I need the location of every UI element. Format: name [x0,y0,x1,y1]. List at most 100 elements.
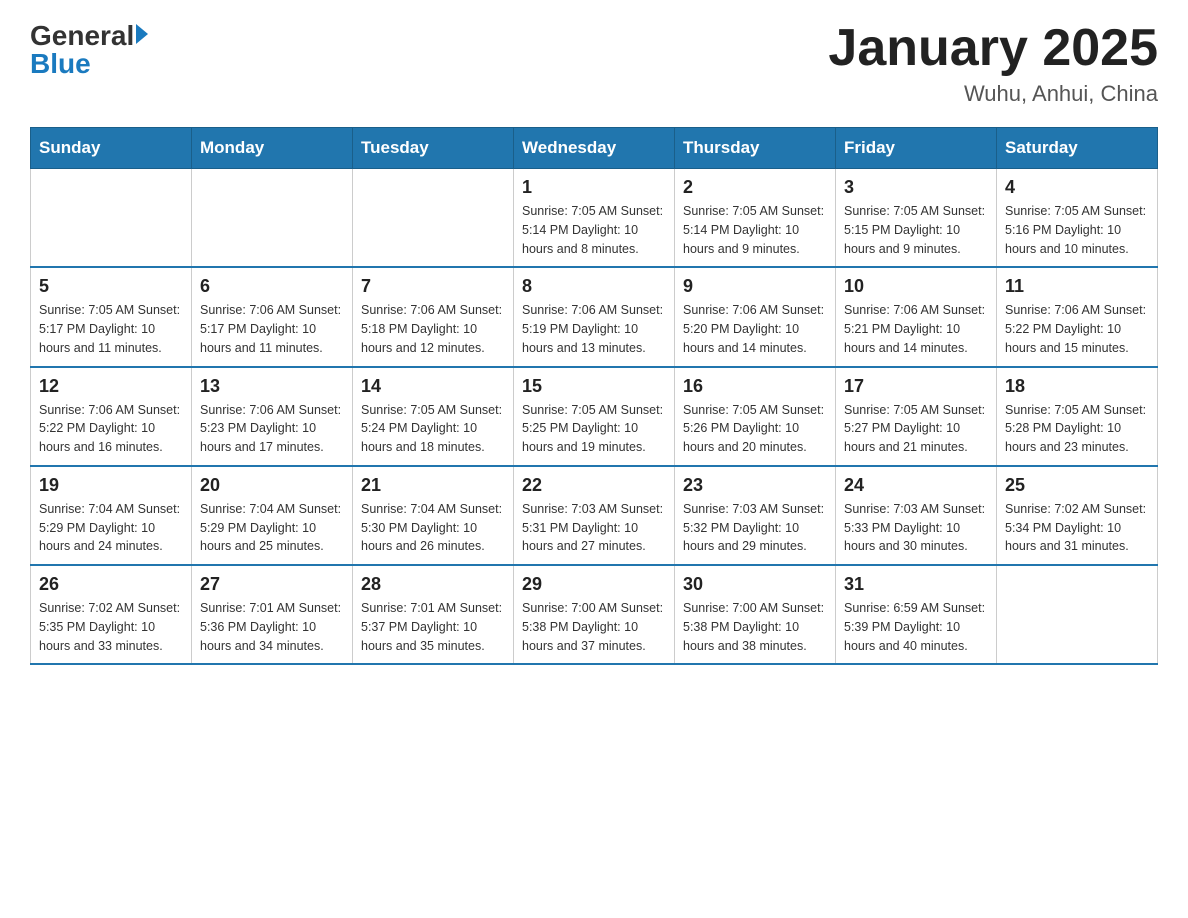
day-number: 29 [522,574,666,595]
day-number: 13 [200,376,344,397]
calendar-cell [353,169,514,268]
logo-arrow-icon [136,24,148,44]
calendar-title: January 2025 [828,20,1158,77]
calendar-cell: 5 Sunrise: 7:05 AM Sunset: 5:17 PM Daylig… [31,267,192,366]
calendar-week-1: 1 Sunrise: 7:05 AM Sunset: 5:14 PM Daylig… [31,169,1158,268]
day-info: Sunrise: 7:05 AM Sunset: 5:27 PM Dayligh… [844,401,988,457]
day-info: Sunrise: 7:01 AM Sunset: 5:36 PM Dayligh… [200,599,344,655]
day-number: 27 [200,574,344,595]
day-number: 11 [1005,276,1149,297]
calendar-cell [31,169,192,268]
calendar-cell: 19Sunrise: 7:04 AM Sunset: 5:29 PM Dayli… [31,466,192,565]
calendar-cell: 1Sunrise: 7:05 AM Sunset: 5:14 PM Daylig… [514,169,675,268]
day-number: 10 [844,276,988,297]
logo: General Blue [30,20,148,80]
day-info: Sunrise: 7:05 AM Sunset: 5:14 PM Dayligh… [683,202,827,258]
day-of-week-friday: Friday [836,128,997,169]
calendar-week-3: 12Sunrise: 7:06 AM Sunset: 5:22 PM Dayli… [31,367,1158,466]
day-info: Sunrise: 7:00 AM Sunset: 5:38 PM Dayligh… [522,599,666,655]
calendar-cell: 14 Sunrise: 7:05 AM Sunset: 5:24 PM Dayli… [353,367,514,466]
day-number: 24 [844,475,988,496]
page-header: General Blue January 2025 Wuhu, Anhui, C… [30,20,1158,107]
day-number: 25 [1005,475,1149,496]
day-number: 5 [39,276,183,297]
day-info: Sunrise: 7:05 AM Sunset: 5:25 PM Dayligh… [522,401,666,457]
day-number: 16 [683,376,827,397]
calendar-cell: 6 Sunrise: 7:06 AM Sunset: 5:17 PM Daylig… [192,267,353,366]
calendar-week-5: 26 Sunrise: 7:02 AM Sunset: 5:35 PM Dayli… [31,565,1158,664]
day-of-week-wednesday: Wednesday [514,128,675,169]
calendar-cell: 11 Sunrise: 7:06 AM Sunset: 5:22 PM Dayli… [997,267,1158,366]
calendar-cell: 23 Sunrise: 7:03 AM Sunset: 5:32 PM Dayli… [675,466,836,565]
day-of-week-sunday: Sunday [31,128,192,169]
day-info: Sunrise: 7:05 AM Sunset: 5:17 PM Dayligh… [39,301,183,357]
calendar-subtitle: Wuhu, Anhui, China [828,81,1158,107]
calendar-cell: 2 Sunrise: 7:05 AM Sunset: 5:14 PM Daylig… [675,169,836,268]
day-number: 2 [683,177,827,198]
day-info: Sunrise: 7:02 AM Sunset: 5:34 PM Dayligh… [1005,500,1149,556]
calendar-cell: 16 Sunrise: 7:05 AM Sunset: 5:26 PM Dayli… [675,367,836,466]
day-number: 22 [522,475,666,496]
calendar-cell: 8Sunrise: 7:06 AM Sunset: 5:19 PM Daylig… [514,267,675,366]
calendar-cell: 25 Sunrise: 7:02 AM Sunset: 5:34 PM Dayli… [997,466,1158,565]
calendar-cell: 29 Sunrise: 7:00 AM Sunset: 5:38 PM Dayli… [514,565,675,664]
day-info: Sunrise: 7:05 AM Sunset: 5:24 PM Dayligh… [361,401,505,457]
day-info: Sunrise: 7:04 AM Sunset: 5:29 PM Dayligh… [39,500,183,556]
day-info: Sunrise: 7:01 AM Sunset: 5:37 PM Dayligh… [361,599,505,655]
calendar-cell: 27 Sunrise: 7:01 AM Sunset: 5:36 PM Dayli… [192,565,353,664]
day-info: Sunrise: 7:05 AM Sunset: 5:16 PM Dayligh… [1005,202,1149,258]
calendar-cell [997,565,1158,664]
calendar-cell: 22 Sunrise: 7:03 AM Sunset: 5:31 PM Dayli… [514,466,675,565]
calendar-cell: 30 Sunrise: 7:00 AM Sunset: 5:38 PM Dayli… [675,565,836,664]
calendar-table: SundayMondayTuesdayWednesdayThursdayFrid… [30,127,1158,665]
calendar-cell: 15 Sunrise: 7:05 AM Sunset: 5:25 PM Dayli… [514,367,675,466]
calendar-cell: 4 Sunrise: 7:05 AM Sunset: 5:16 PM Daylig… [997,169,1158,268]
day-info: Sunrise: 7:06 AM Sunset: 5:20 PM Dayligh… [683,301,827,357]
calendar-cell: 28Sunrise: 7:01 AM Sunset: 5:37 PM Dayli… [353,565,514,664]
day-number: 15 [522,376,666,397]
day-number: 3 [844,177,988,198]
day-number: 8 [522,276,666,297]
day-number: 23 [683,475,827,496]
day-of-week-monday: Monday [192,128,353,169]
day-number: 20 [200,475,344,496]
day-info: Sunrise: 7:03 AM Sunset: 5:33 PM Dayligh… [844,500,988,556]
logo-blue-text: Blue [30,48,91,80]
day-info: Sunrise: 7:06 AM Sunset: 5:22 PM Dayligh… [1005,301,1149,357]
day-number: 17 [844,376,988,397]
calendar-cell: 13 Sunrise: 7:06 AM Sunset: 5:23 PM Dayli… [192,367,353,466]
day-info: Sunrise: 7:03 AM Sunset: 5:31 PM Dayligh… [522,500,666,556]
day-info: Sunrise: 7:06 AM Sunset: 5:17 PM Dayligh… [200,301,344,357]
calendar-cell: 18Sunrise: 7:05 AM Sunset: 5:28 PM Dayli… [997,367,1158,466]
day-info: Sunrise: 7:05 AM Sunset: 5:15 PM Dayligh… [844,202,988,258]
title-block: January 2025 Wuhu, Anhui, China [828,20,1158,107]
day-of-week-thursday: Thursday [675,128,836,169]
day-number: 30 [683,574,827,595]
day-info: Sunrise: 7:06 AM Sunset: 5:23 PM Dayligh… [200,401,344,457]
day-info: Sunrise: 7:02 AM Sunset: 5:35 PM Dayligh… [39,599,183,655]
calendar-cell: 7Sunrise: 7:06 AM Sunset: 5:18 PM Daylig… [353,267,514,366]
calendar-week-4: 19Sunrise: 7:04 AM Sunset: 5:29 PM Dayli… [31,466,1158,565]
day-info: Sunrise: 7:00 AM Sunset: 5:38 PM Dayligh… [683,599,827,655]
day-info: Sunrise: 7:06 AM Sunset: 5:22 PM Dayligh… [39,401,183,457]
day-number: 4 [1005,177,1149,198]
day-info: Sunrise: 7:03 AM Sunset: 5:32 PM Dayligh… [683,500,827,556]
calendar-cell: 3 Sunrise: 7:05 AM Sunset: 5:15 PM Daylig… [836,169,997,268]
calendar-cell: 9 Sunrise: 7:06 AM Sunset: 5:20 PM Daylig… [675,267,836,366]
day-info: Sunrise: 7:06 AM Sunset: 5:21 PM Dayligh… [844,301,988,357]
day-of-week-saturday: Saturday [997,128,1158,169]
day-info: Sunrise: 7:05 AM Sunset: 5:28 PM Dayligh… [1005,401,1149,457]
days-of-week-row: SundayMondayTuesdayWednesdayThursdayFrid… [31,128,1158,169]
day-info: Sunrise: 7:04 AM Sunset: 5:29 PM Dayligh… [200,500,344,556]
calendar-cell: 20 Sunrise: 7:04 AM Sunset: 5:29 PM Dayli… [192,466,353,565]
calendar-cell: 24 Sunrise: 7:03 AM Sunset: 5:33 PM Dayli… [836,466,997,565]
day-info: Sunrise: 7:05 AM Sunset: 5:26 PM Dayligh… [683,401,827,457]
day-number: 31 [844,574,988,595]
day-info: Sunrise: 7:04 AM Sunset: 5:30 PM Dayligh… [361,500,505,556]
day-number: 14 [361,376,505,397]
day-number: 6 [200,276,344,297]
day-number: 1 [522,177,666,198]
day-number: 26 [39,574,183,595]
day-number: 7 [361,276,505,297]
day-number: 9 [683,276,827,297]
